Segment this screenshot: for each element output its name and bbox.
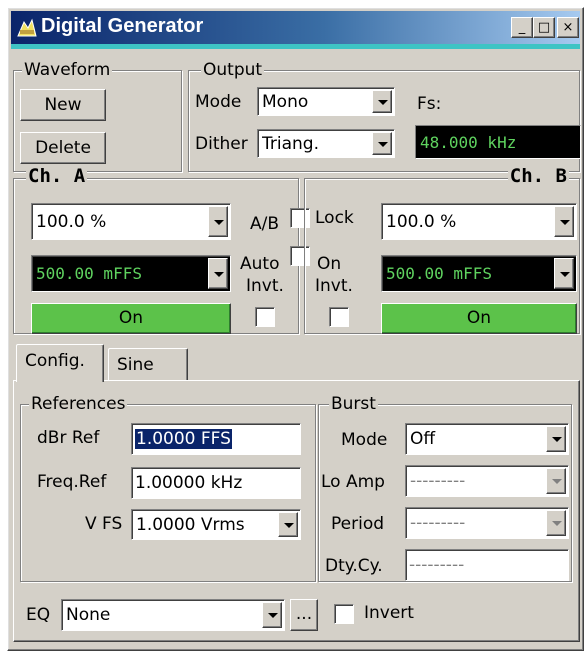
tab-sine[interactable]: Sine bbox=[108, 348, 188, 380]
delete-button[interactable]: Delete bbox=[20, 132, 106, 164]
srs-logo-icon bbox=[17, 18, 37, 37]
chevron-down-icon[interactable] bbox=[546, 426, 566, 452]
output-mode-value: Mono bbox=[262, 91, 309, 112]
invt-label-b: Invt. bbox=[315, 276, 353, 296]
digital-generator-window: Digital Generator _ □ × Waveform New Del… bbox=[7, 7, 584, 651]
period-select[interactable]: --------- bbox=[405, 507, 569, 539]
burst-group: Burst Mode Off Lo Amp --------- Period -… bbox=[318, 394, 572, 582]
new-button[interactable]: New bbox=[20, 89, 106, 121]
mode-label: Mode bbox=[195, 92, 242, 112]
chevron-down-icon[interactable] bbox=[278, 512, 298, 537]
chevron-down-icon[interactable] bbox=[372, 90, 392, 113]
eq-label: EQ bbox=[26, 605, 51, 625]
ch-b-legend: Ch. B bbox=[507, 165, 569, 187]
dbr-ref-input[interactable]: 1.0000 FFS bbox=[131, 423, 301, 455]
output-legend: Output bbox=[201, 60, 265, 80]
eq-value: None bbox=[66, 605, 111, 625]
output-group: Output Mode Mono Fs: Dither Triang. 48.0… bbox=[188, 60, 581, 172]
ab-label: A/B bbox=[250, 214, 280, 234]
freq-ref-input[interactable]: 1.00000 kHz bbox=[131, 467, 301, 499]
chevron-down-icon[interactable] bbox=[208, 258, 228, 289]
minimize-icon: _ bbox=[518, 20, 526, 35]
fs-readout: 48.000 kHz bbox=[415, 125, 581, 159]
maximize-button[interactable]: □ bbox=[533, 17, 555, 38]
period-value: --------- bbox=[410, 513, 466, 533]
lo-amp-select[interactable]: --------- bbox=[405, 465, 569, 497]
dbr-ref-value: 1.0000 FFS bbox=[135, 429, 232, 449]
window-title: Digital Generator bbox=[41, 15, 204, 37]
minimize-button[interactable]: _ bbox=[511, 17, 533, 38]
eq-select[interactable]: None bbox=[61, 599, 285, 631]
invert-checkbox[interactable] bbox=[334, 604, 354, 624]
freq-ref-label: Freq.Ref bbox=[37, 472, 107, 492]
auto-label: Auto bbox=[240, 254, 280, 274]
chevron-down-icon[interactable] bbox=[554, 258, 574, 289]
ch-a-invert-checkbox[interactable] bbox=[255, 307, 275, 327]
ch-a-percent-value: 100.0 % bbox=[36, 211, 107, 232]
references-legend: References bbox=[29, 394, 128, 414]
ch-b-percent-value: 100.0 % bbox=[386, 211, 457, 232]
ch-a-amplitude-percent-select[interactable]: 100.0 % bbox=[31, 203, 231, 240]
ch-a-level-value: 500.00 mFFS bbox=[36, 264, 142, 283]
burst-legend: Burst bbox=[329, 394, 378, 414]
close-icon: × bbox=[562, 20, 574, 35]
duty-cycle-input[interactable]: --------- bbox=[405, 549, 569, 581]
ch-b-level-select[interactable]: 500.00 mFFS bbox=[381, 255, 577, 292]
dbr-ref-label: dBr Ref bbox=[37, 428, 100, 448]
ch-a-on-button[interactable]: On bbox=[31, 303, 231, 334]
references-group: References dBr Ref 1.0000 FFS Freq.Ref 1… bbox=[20, 394, 316, 582]
ch-b-on-button[interactable]: On bbox=[381, 303, 577, 334]
chevron-down-icon[interactable] bbox=[546, 510, 566, 536]
ch-a-legend: Ch. A bbox=[26, 165, 88, 187]
maximize-icon: □ bbox=[537, 20, 551, 35]
vfs-label: V FS bbox=[85, 514, 123, 534]
title-accent-bar bbox=[11, 44, 580, 49]
vfs-select[interactable]: 1.0000 Vrms bbox=[131, 509, 301, 540]
ch-a-group: Ch. A 100.0 % 500.00 mFFS On A/B Auto In… bbox=[13, 166, 299, 334]
vfs-value: 1.0000 Vrms bbox=[136, 514, 245, 535]
eq-browse-button[interactable]: ... bbox=[290, 599, 318, 631]
dither-label: Dither bbox=[195, 134, 248, 154]
burst-mode-select[interactable]: Off bbox=[405, 423, 569, 455]
close-button[interactable]: × bbox=[557, 17, 579, 38]
chevron-down-icon[interactable] bbox=[372, 132, 392, 155]
ch-b-invert-checkbox[interactable] bbox=[329, 307, 349, 327]
burst-mode-value: Off bbox=[410, 429, 436, 449]
output-mode-select[interactable]: Mono bbox=[257, 87, 395, 116]
duty-cycle-label: Dty.Cy. bbox=[325, 556, 383, 576]
on-label: On bbox=[317, 254, 342, 274]
waveform-legend: Waveform bbox=[22, 60, 113, 80]
title-bar[interactable]: Digital Generator _ □ × bbox=[11, 11, 580, 44]
chevron-down-icon[interactable] bbox=[208, 206, 228, 237]
lo-amp-label: Lo Amp bbox=[321, 472, 385, 492]
ch-b-amplitude-percent-select[interactable]: 100.0 % bbox=[381, 203, 577, 240]
lo-amp-value: --------- bbox=[410, 471, 466, 491]
chevron-down-icon[interactable] bbox=[262, 602, 282, 628]
invt-label-a: Invt. bbox=[246, 276, 284, 296]
ch-a-level-select[interactable]: 500.00 mFFS bbox=[31, 255, 231, 292]
chevron-down-icon[interactable] bbox=[546, 468, 566, 494]
dither-value: Triang. bbox=[262, 133, 319, 154]
waveform-group: Waveform New Delete bbox=[13, 60, 182, 172]
period-label: Period bbox=[331, 514, 385, 534]
tab-config[interactable]: Config. bbox=[16, 344, 104, 382]
invert-label: Invert bbox=[364, 603, 414, 623]
chevron-down-icon[interactable] bbox=[554, 206, 574, 237]
ch-b-group: Ch. B Lock On Invt. 100.0 % 500.00 mFFS … bbox=[304, 166, 580, 334]
dither-select[interactable]: Triang. bbox=[257, 129, 395, 158]
ch-b-level-value: 500.00 mFFS bbox=[386, 264, 492, 283]
burst-mode-label: Mode bbox=[341, 430, 388, 450]
fs-label: Fs: bbox=[417, 94, 442, 114]
lock-label: Lock bbox=[315, 208, 354, 228]
